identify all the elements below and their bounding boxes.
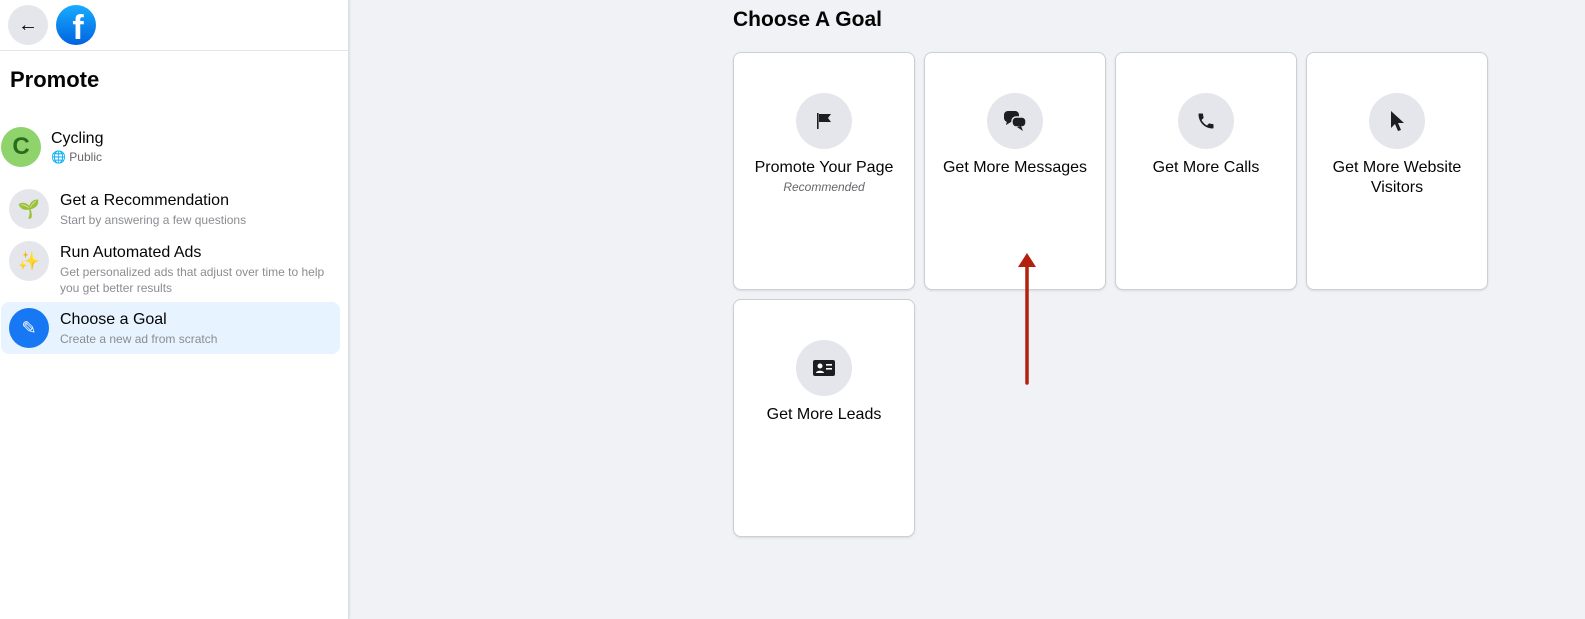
- privacy-label: Public: [69, 150, 102, 164]
- flag-icon: [796, 93, 852, 149]
- goal-label: Get More Calls: [1152, 159, 1260, 176]
- recommended-label: Recommended: [783, 180, 865, 194]
- edit-icon: ✎: [9, 308, 49, 348]
- annotation-arrow: [1018, 253, 1036, 385]
- page-name: Cycling: [51, 130, 104, 147]
- page-selector[interactable]: C Cycling 🌐 Public: [1, 127, 348, 167]
- goal-label: Get More Messages: [942, 159, 1088, 176]
- sidebar-header: ← f: [0, 0, 348, 51]
- goal-card-website-visitors[interactable]: Get More Website Visitors: [1306, 52, 1488, 290]
- goal-label: Get More Leads: [766, 406, 882, 423]
- globe-icon: 🌐: [51, 150, 66, 164]
- arrow-left-icon: ←: [18, 13, 38, 36]
- chat-icon: [987, 93, 1043, 149]
- goal-card-calls[interactable]: Get More Calls: [1115, 52, 1297, 290]
- magic-wand-icon: ✨: [9, 241, 49, 281]
- sidebar-item-label: Get a Recommendation: [60, 192, 229, 209]
- sprout-icon: 🌱: [9, 189, 49, 229]
- facebook-logo[interactable]: f: [56, 5, 96, 45]
- sidebar: ← f Promote C Cycling 🌐 Public 🌱 Get a R…: [0, 0, 349, 619]
- sidebar-item-label: Run Automated Ads: [60, 244, 202, 261]
- goal-label: Get More Website Visitors: [1332, 159, 1462, 196]
- sidebar-title: Promote: [10, 67, 100, 92]
- sidebar-item-recommendation[interactable]: 🌱 Get a Recommendation Start by answering…: [1, 183, 340, 235]
- cursor-icon: [1369, 93, 1425, 149]
- avatar: C: [1, 127, 41, 167]
- sidebar-item-sub: Get personalized ads that adjust over ti…: [60, 265, 325, 295]
- page-title: Choose A Goal: [733, 8, 882, 31]
- sidebar-item-label: Choose a Goal: [60, 311, 167, 328]
- goal-card-promote-page[interactable]: Promote Your Page Recommended: [733, 52, 915, 290]
- goal-label: Promote Your Page: [754, 159, 894, 176]
- sidebar-item-sub: Create a new ad from scratch: [60, 332, 218, 346]
- sidebar-item-choose-goal[interactable]: ✎ Choose a Goal Create a new ad from scra…: [1, 302, 340, 354]
- sidebar-item-automated-ads[interactable]: ✨ Run Automated Ads Get personalized ads …: [1, 235, 340, 302]
- goal-card-leads[interactable]: Get More Leads: [733, 299, 915, 537]
- phone-icon: [1178, 93, 1234, 149]
- back-button[interactable]: ←: [8, 5, 48, 45]
- sidebar-item-sub: Start by answering a few questions: [60, 213, 247, 227]
- id-card-icon: [796, 340, 852, 396]
